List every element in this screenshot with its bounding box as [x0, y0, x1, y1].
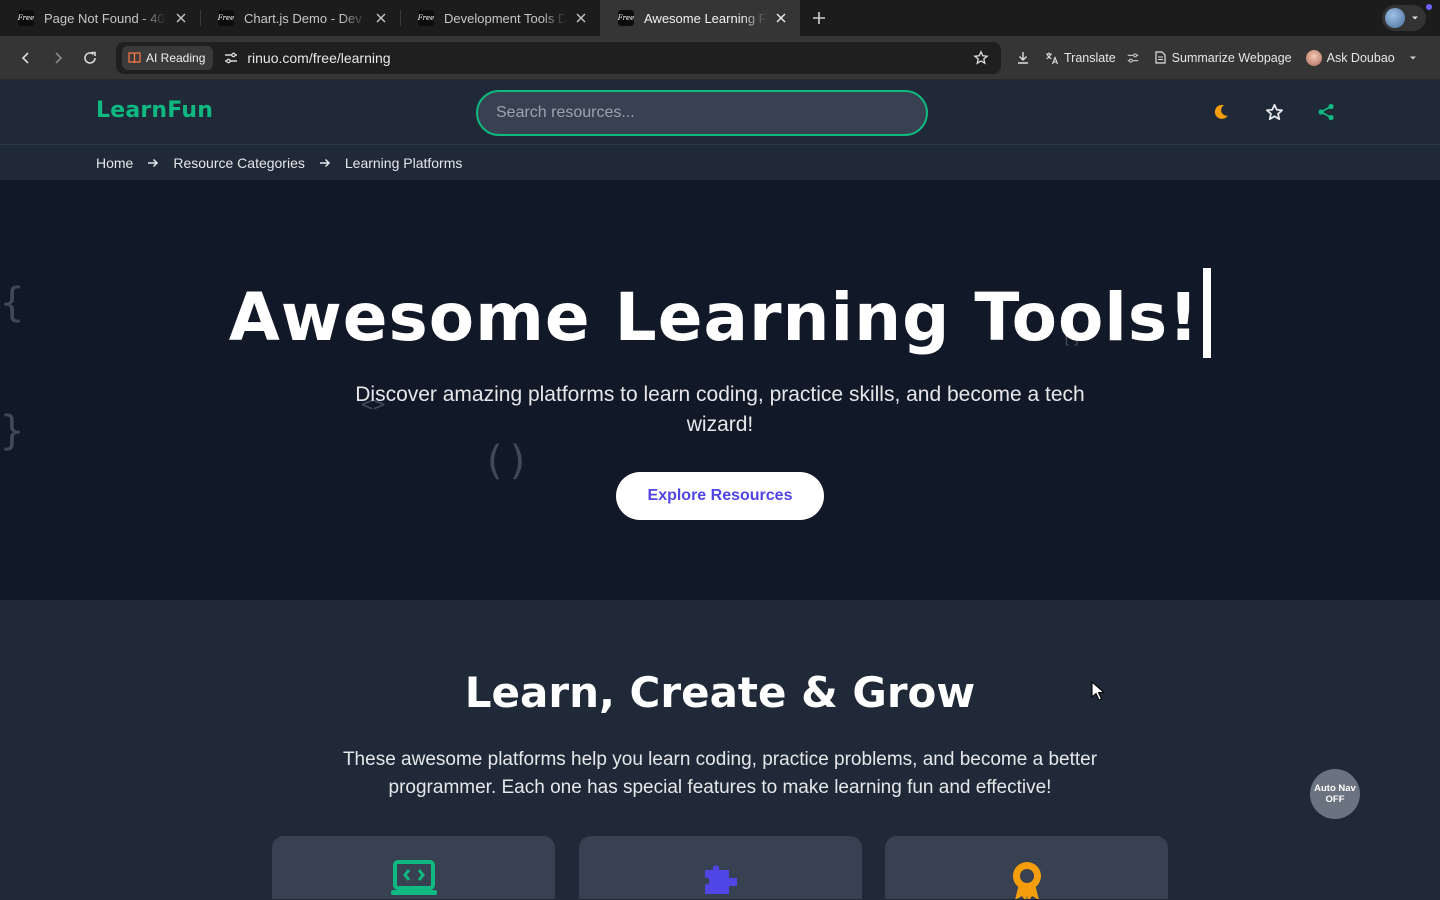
- auto-nav-toggle-button[interactable]: Auto Nav OFF: [1310, 769, 1360, 819]
- favorite-star-icon[interactable]: [1264, 102, 1284, 122]
- download-icon: [1018, 51, 1028, 64]
- platform-card[interactable]: [272, 836, 555, 899]
- hero-title-text: Awesome Learning Tools!: [228, 279, 1200, 356]
- ai-reading-button[interactable]: AI Reading: [122, 45, 214, 70]
- tab-favicon-icon: Free: [218, 10, 234, 26]
- translate-label: Translate: [1064, 50, 1116, 65]
- ask-doubao-button[interactable]: Ask Doubao: [1305, 49, 1418, 66]
- hero-subtitle: Discover amazing platforms to learn codi…: [355, 383, 1085, 436]
- toolbar-extensions: Translate Summarize Webpage Ask Doubao: [1015, 49, 1418, 66]
- forward-button[interactable]: [42, 42, 74, 74]
- downloads-button[interactable]: [1015, 50, 1031, 66]
- typing-cursor: [1203, 268, 1212, 358]
- arrow-left-icon: [21, 51, 29, 64]
- profile-avatar: [1385, 8, 1405, 28]
- parentheses-decoration: (): [482, 438, 531, 484]
- browser-tab[interactable]: Free Page Not Found - 404: [0, 0, 200, 36]
- features-section: Learn, Create & Grow These awesome platf…: [0, 600, 1440, 899]
- site-settings-icon[interactable]: [223, 50, 239, 66]
- breadcrumb-resource-categories[interactable]: Resource Categories: [173, 155, 305, 171]
- tab-favicon-icon: Free: [618, 10, 634, 26]
- settings-sliders-icon: [1127, 52, 1138, 63]
- curly-brace-decoration: }: [0, 408, 25, 454]
- plus-icon: [813, 12, 825, 24]
- explore-resources-button[interactable]: Explore Resources: [616, 472, 824, 520]
- bookmark-star-icon[interactable]: [973, 49, 989, 66]
- site-header: LearnFun: [0, 80, 1440, 144]
- url-text[interactable]: rinuo.com/free/learning: [247, 50, 973, 66]
- summarize-webpage-button[interactable]: Summarize Webpage: [1154, 51, 1292, 65]
- mouse-cursor-icon: [1091, 681, 1105, 706]
- close-tab-icon[interactable]: [374, 11, 388, 25]
- translate-icon: [1046, 52, 1059, 64]
- ask-doubao-label: Ask Doubao: [1326, 50, 1395, 65]
- site-logo[interactable]: LearnFun: [96, 98, 213, 123]
- new-tab-button[interactable]: [800, 0, 838, 36]
- search-box[interactable]: [476, 90, 928, 136]
- dark-mode-toggle-icon[interactable]: [1211, 102, 1231, 122]
- arrow-right-icon: [55, 51, 63, 64]
- tab-title: Development Tools Dashboard: [444, 10, 566, 26]
- close-tab-icon[interactable]: [774, 11, 788, 25]
- reload-button[interactable]: [74, 42, 106, 74]
- breadcrumb-current: Learning Platforms: [344, 154, 463, 171]
- breadcrumb: Home Resource Categories Learning Platfo…: [0, 144, 1440, 180]
- chevron-down-icon: [1409, 56, 1416, 59]
- tab-title: Awesome Learning Resources: [644, 10, 766, 26]
- browser-tab[interactable]: Free Chart.js Demo - Dev Tools: [200, 0, 400, 36]
- arrow-right-icon: [319, 157, 331, 169]
- profile-menu-button[interactable]: [1382, 4, 1432, 31]
- tab-favicon-icon: Free: [18, 10, 34, 26]
- platform-card[interactable]: [579, 836, 862, 899]
- breadcrumb-home[interactable]: Home: [96, 155, 133, 171]
- reload-icon: [84, 51, 96, 64]
- back-button[interactable]: [10, 42, 42, 74]
- platform-card[interactable]: [885, 836, 1168, 899]
- award-icon: [1010, 860, 1044, 899]
- features-title: Learn, Create & Grow: [464, 668, 976, 717]
- notification-dot: [1426, 4, 1432, 10]
- hero-section: { } <> () [] Awesome Learning Tools! Dis…: [0, 180, 1440, 600]
- search-input[interactable]: [496, 104, 926, 122]
- browser-tab-bar: Free Page Not Found - 404 Free Chart.js …: [0, 0, 1440, 36]
- translate-button[interactable]: Translate: [1045, 51, 1140, 65]
- summarize-label: Summarize Webpage: [1171, 50, 1292, 65]
- tab-title: Page Not Found - 404: [44, 10, 166, 26]
- arrow-right-icon: [147, 157, 159, 169]
- close-tab-icon[interactable]: [574, 11, 588, 25]
- book-icon: [128, 52, 141, 64]
- chevron-down-icon: [1412, 16, 1418, 20]
- browser-tab-active[interactable]: Free Awesome Learning Resources: [600, 0, 800, 36]
- document-icon: [1155, 51, 1166, 64]
- tab-title: Chart.js Demo - Dev Tools: [244, 10, 366, 26]
- laptop-code-icon: [390, 860, 437, 899]
- browser-toolbar: AI Reading rinuo.com/free/learning Trans…: [0, 36, 1440, 80]
- close-tab-icon[interactable]: [174, 11, 188, 25]
- puzzle-icon: [701, 860, 741, 899]
- features-description: These awesome platforms help you learn c…: [342, 749, 1098, 798]
- share-icon[interactable]: [1316, 102, 1336, 122]
- hero-title: Awesome Learning Tools!: [0, 268, 1440, 358]
- ai-reading-label: AI Reading: [146, 50, 206, 65]
- doubao-avatar-icon: [1305, 49, 1322, 66]
- browser-tab[interactable]: Free Development Tools Dashboard: [400, 0, 600, 36]
- tab-favicon-icon: Free: [418, 10, 434, 26]
- address-bar[interactable]: AI Reading rinuo.com/free/learning: [116, 41, 1001, 74]
